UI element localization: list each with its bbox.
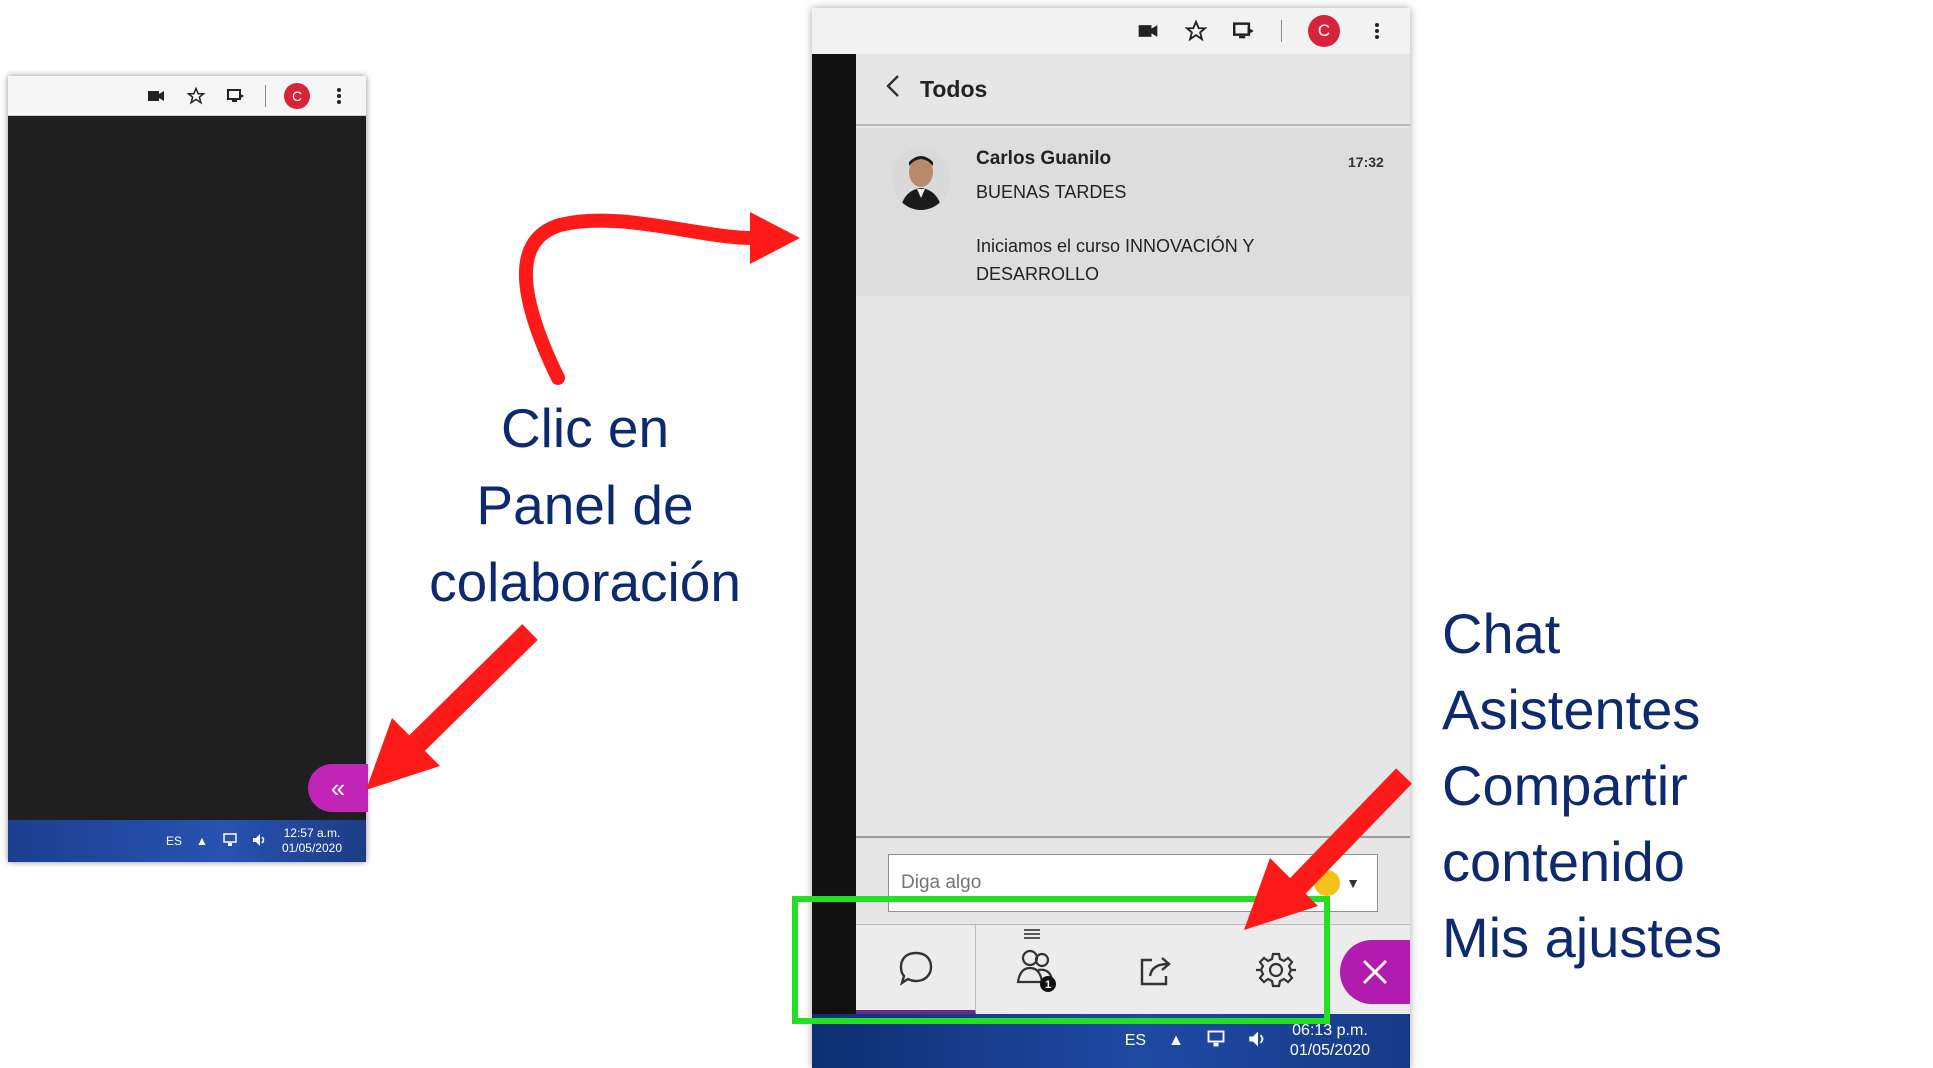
- close-icon: [1362, 959, 1388, 985]
- language-indicator[interactable]: ES: [1125, 1032, 1146, 1050]
- profile-avatar[interactable]: C: [284, 82, 310, 109]
- callout-line: Panel de: [476, 474, 694, 536]
- divider: [856, 836, 1410, 838]
- chat-header: Todos: [856, 54, 1410, 126]
- message-author: Carlos Guanilo: [976, 148, 1112, 169]
- taskbar-date: 01/05/2020: [1289, 1042, 1370, 1059]
- kebab-menu-icon[interactable]: [1366, 20, 1388, 42]
- kebab-menu-icon[interactable]: [328, 85, 350, 107]
- message-text: BUENAS TARDES: [976, 182, 1127, 202]
- cast-icon[interactable]: [1233, 20, 1255, 42]
- profile-avatar[interactable]: C: [1308, 15, 1340, 47]
- language-indicator[interactable]: ES: [166, 834, 182, 848]
- callout-line: Compartir contenido: [1442, 754, 1688, 893]
- collapsed-session-window: C « ES ▲ 12:57 a.m. 01/05/2020: [8, 76, 368, 862]
- windows-taskbar: ES ▲ 12:57 a.m. 01/05/2020: [8, 820, 366, 862]
- volume-icon[interactable]: [1248, 1030, 1268, 1053]
- curved-arrow: [518, 213, 759, 385]
- camera-icon[interactable]: [145, 85, 167, 107]
- camera-icon[interactable]: [1137, 20, 1159, 42]
- taskbar-time: 12:57 a.m.: [283, 826, 341, 840]
- chat-channel-title: Todos: [920, 75, 988, 102]
- callout-line: Chat: [1442, 602, 1561, 665]
- close-panel-button[interactable]: [1340, 940, 1410, 1004]
- network-icon[interactable]: [1206, 1030, 1226, 1053]
- star-icon[interactable]: [185, 85, 207, 107]
- chat-message-input[interactable]: [901, 872, 1261, 894]
- arrow-head: [366, 718, 440, 790]
- avatar: [892, 148, 950, 210]
- chat-message: Carlos Guanilo 17:32 BUENAS TARDES Inici…: [856, 128, 1410, 296]
- volume-icon[interactable]: [252, 833, 268, 850]
- browser-toolbar: C: [8, 76, 366, 116]
- arrow-head: [750, 212, 800, 264]
- message-text: Iniciamos el curso INNOVACIÓN Y DESARROL…: [976, 236, 1255, 284]
- instruction-callout: Clic en Panel de colaboración: [420, 390, 750, 621]
- straight-arrow: [400, 624, 538, 760]
- collaboration-panel: Todos Carlos Guanilo 17:32 BUENAS TARDES…: [856, 54, 1410, 1015]
- back-chevron-icon[interactable]: [886, 74, 900, 104]
- cast-icon[interactable]: [225, 85, 247, 107]
- taskbar-date: 01/05/2020: [281, 841, 342, 855]
- tab-legend-callout: Chat Asistentes Compartir contenido Mis …: [1442, 596, 1933, 976]
- dropdown-arrow-icon: ▼: [1346, 875, 1360, 891]
- emoji-icon: [1314, 870, 1341, 896]
- star-icon[interactable]: [1185, 19, 1207, 42]
- callout-line: Clic en: [500, 397, 670, 459]
- tray-expand-icon[interactable]: ▲: [196, 834, 208, 848]
- toolbar-divider: [265, 84, 266, 107]
- toolbar-divider: [1281, 20, 1282, 42]
- taskbar-clock[interactable]: 12:57 a.m. 01/05/2020: [282, 826, 342, 856]
- callout-line: Mis ajustes: [1442, 906, 1723, 969]
- callout-line: colaboración: [429, 551, 741, 613]
- taskbar-clock[interactable]: 06:13 p.m. 01/05/2020: [1290, 1021, 1370, 1061]
- tray-expand-icon[interactable]: ▲: [1168, 1032, 1184, 1050]
- open-collaboration-panel-button[interactable]: «: [308, 764, 368, 812]
- network-icon[interactable]: [222, 832, 238, 850]
- taskbar-time: 06:13 p.m.: [1292, 1022, 1368, 1039]
- callout-line: Asistentes: [1442, 678, 1701, 741]
- message-time: 17:32: [1348, 154, 1384, 170]
- highlight-box: [792, 896, 1330, 1024]
- browser-toolbar: C: [812, 8, 1410, 54]
